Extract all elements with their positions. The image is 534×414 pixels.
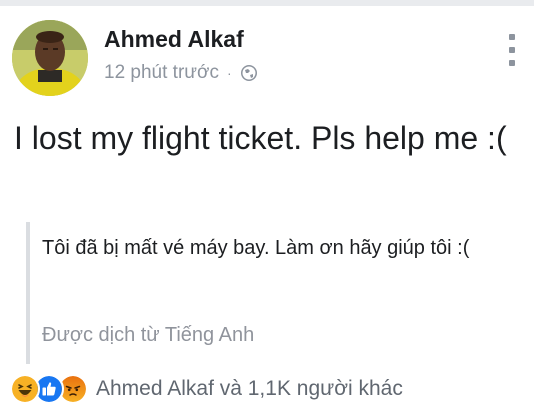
options-dot — [509, 60, 515, 66]
options-dot — [509, 47, 515, 53]
reaction-icons — [10, 374, 88, 404]
post-timestamp[interactable]: 12 phút trước — [104, 62, 219, 84]
meta-separator: · — [226, 65, 232, 81]
author-name[interactable]: Ahmed Alkaf — [104, 26, 244, 53]
feed-divider — [0, 0, 534, 6]
post-options-button[interactable] — [508, 34, 516, 66]
translation-block: Tôi đã bị mất vé máy bay. Làm ơn hãy giú… — [26, 222, 530, 364]
reactions-bar[interactable]: Ahmed Alkaf và 1,1K người khác — [10, 374, 403, 404]
haha-icon — [10, 374, 40, 404]
translated-text: Tôi đã bị mất vé máy bay. Làm ơn hãy giú… — [42, 237, 470, 259]
globe-icon[interactable] — [240, 64, 258, 82]
author-avatar[interactable] — [12, 20, 88, 96]
options-dot — [509, 34, 515, 40]
translation-source-link[interactable]: Được dịch từ Tiếng Anh — [42, 324, 254, 347]
avatar-image — [12, 20, 88, 96]
post-meta: 12 phút trước · — [104, 62, 258, 84]
reactions-summary[interactable]: Ahmed Alkaf và 1,1K người khác — [96, 377, 403, 401]
post-body-text: I lost my flight ticket. Pls help me :( — [14, 120, 507, 156]
